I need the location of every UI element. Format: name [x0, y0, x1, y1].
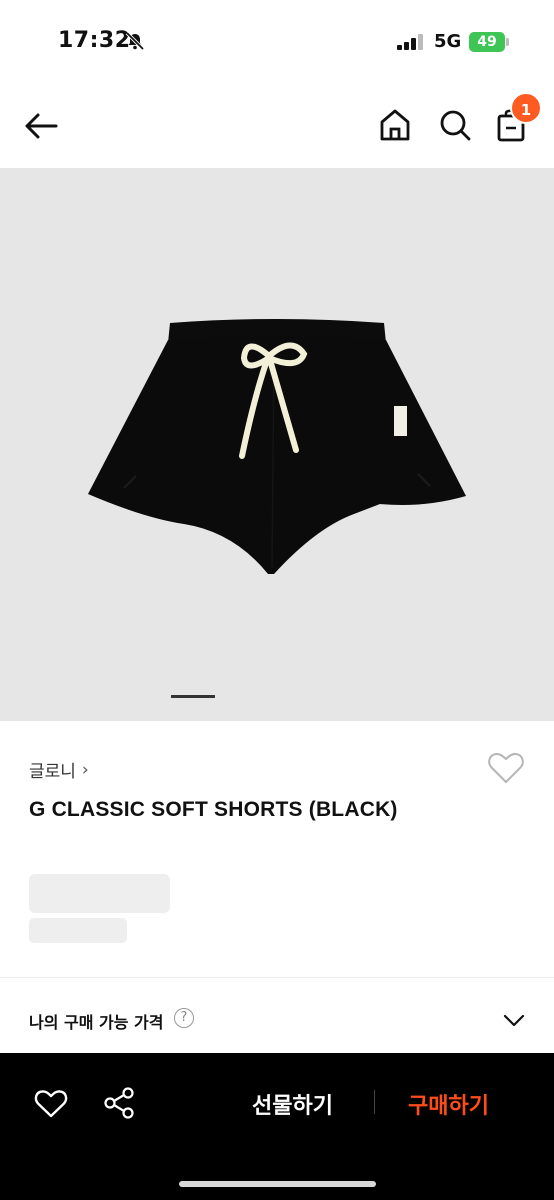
back-arrow-icon	[25, 113, 58, 139]
wishlist-button[interactable]	[486, 748, 526, 788]
home-button[interactable]	[376, 106, 414, 144]
help-icon[interactable]: ?	[174, 1008, 194, 1028]
home-icon	[380, 109, 410, 141]
gift-button[interactable]: 선물하기	[252, 1088, 333, 1120]
status-bar: 17:32 5G 49	[0, 0, 554, 80]
back-button[interactable]	[22, 106, 62, 146]
chevron-down-icon	[503, 1014, 525, 1027]
status-time: 17:32	[58, 28, 131, 53]
brand-link[interactable]: 글로니 ›	[29, 757, 89, 783]
carousel-indicator	[171, 695, 215, 698]
battery-icon: 49	[469, 32, 509, 52]
my-price-label: 나의 구매 가능 가격	[29, 1013, 164, 1032]
search-button[interactable]	[436, 106, 474, 144]
share-button[interactable]	[101, 1085, 137, 1121]
chevron-right-icon: ›	[81, 759, 89, 780]
bottom-action-bar: 선물하기 구매하기	[0, 1053, 554, 1200]
divider	[374, 1090, 375, 1114]
buy-button[interactable]: 구매하기	[408, 1088, 489, 1120]
product-image-carousel[interactable]	[0, 168, 554, 721]
app-header: 1	[0, 80, 554, 168]
brand-name: 글로니	[29, 762, 76, 782]
product-image	[88, 319, 466, 574]
like-button[interactable]	[33, 1086, 69, 1122]
search-icon	[440, 110, 471, 141]
cart-count-badge: 1	[510, 92, 542, 124]
signal-icon	[397, 34, 423, 50]
my-price-accordion[interactable]: 나의 구매 가능 가격 ?	[0, 978, 554, 1053]
share-icon	[104, 1087, 134, 1119]
battery-level: 49	[469, 32, 505, 52]
product-title: G CLASSIC SOFT SHORTS (BLACK)	[29, 798, 398, 821]
price-skeleton	[29, 874, 170, 913]
price-sub-skeleton	[29, 918, 127, 943]
bell-muted-icon	[125, 31, 145, 51]
network-type: 5G	[434, 31, 462, 52]
heart-outline-icon	[488, 752, 524, 783]
heart-outline-icon	[34, 1090, 68, 1118]
home-indicator[interactable]	[179, 1181, 376, 1187]
